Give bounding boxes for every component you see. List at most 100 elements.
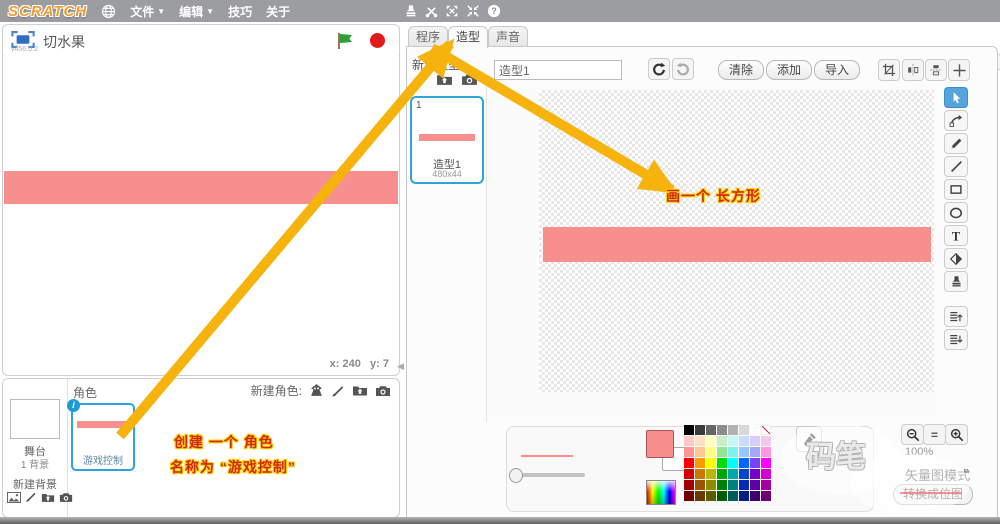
- pencil-tool[interactable]: [944, 133, 968, 154]
- zoom-reset-button[interactable]: =: [923, 424, 946, 445]
- color-swatch[interactable]: [684, 458, 694, 468]
- fill-tool[interactable]: [944, 248, 968, 269]
- color-swatch[interactable]: [684, 491, 694, 501]
- ellipse-tool[interactable]: [944, 202, 968, 223]
- crop-icon[interactable]: [878, 59, 900, 81]
- color-swatch[interactable]: [717, 447, 727, 457]
- camera-icon[interactable]: [375, 385, 391, 397]
- color-swatch[interactable]: [739, 425, 749, 435]
- color-swatch[interactable]: [706, 480, 716, 490]
- stamp-icon[interactable]: [404, 4, 418, 18]
- color-swatch[interactable]: [728, 469, 738, 479]
- layer-forward-icon[interactable]: [944, 306, 968, 327]
- color-swatch[interactable]: [695, 469, 705, 479]
- eyedropper-icon[interactable]: [796, 426, 822, 452]
- redo-button[interactable]: [672, 58, 694, 80]
- color-swatch[interactable]: [684, 436, 694, 446]
- stage-thumbnail[interactable]: [10, 399, 60, 439]
- costume-list-item[interactable]: 1 造型1 480x44: [410, 96, 484, 184]
- paintbrush-icon[interactable]: [25, 491, 37, 503]
- camera-icon[interactable]: [59, 492, 73, 503]
- tab-costumes[interactable]: 造型: [448, 26, 488, 48]
- color-swatch[interactable]: [706, 491, 716, 501]
- color-swatch[interactable]: [750, 480, 760, 490]
- set-center-icon[interactable]: [948, 59, 970, 81]
- color-swatch[interactable]: [717, 491, 727, 501]
- upload-icon[interactable]: [436, 73, 453, 86]
- fill-color-swatch[interactable]: [646, 430, 674, 458]
- color-swatch[interactable]: [761, 491, 771, 501]
- color-swatch[interactable]: [728, 447, 738, 457]
- paintbrush-icon[interactable]: [331, 384, 345, 398]
- add-button[interactable]: 添加: [766, 60, 812, 80]
- color-swatch[interactable]: [706, 425, 716, 435]
- color-swatch[interactable]: [761, 436, 771, 446]
- color-swatch[interactable]: [695, 447, 705, 457]
- zoom-out-icon[interactable]: [901, 424, 924, 445]
- color-swatch[interactable]: [706, 436, 716, 446]
- costume-name-input[interactable]: [494, 60, 622, 80]
- color-swatch[interactable]: [728, 458, 738, 468]
- color-swatch[interactable]: [761, 480, 771, 490]
- menu-file[interactable]: 文件▼: [130, 3, 165, 20]
- color-swatch[interactable]: [728, 425, 738, 435]
- color-swatch[interactable]: [761, 458, 771, 468]
- clear-button[interactable]: 清除: [718, 60, 764, 80]
- color-swatch[interactable]: [717, 480, 727, 490]
- color-palette[interactable]: [684, 425, 771, 502]
- upload-icon[interactable]: [352, 384, 368, 397]
- color-swatch[interactable]: [717, 458, 727, 468]
- tab-sounds[interactable]: 声音: [488, 26, 528, 47]
- sprite-library-icon[interactable]: [309, 383, 324, 398]
- color-swatch[interactable]: [717, 469, 727, 479]
- color-swatch[interactable]: [695, 491, 705, 501]
- color-swatch[interactable]: [750, 491, 760, 501]
- menu-about[interactable]: 关于: [266, 3, 290, 20]
- picture-icon[interactable]: [7, 492, 21, 503]
- color-swatch[interactable]: [695, 425, 705, 435]
- color-swatch[interactable]: [761, 469, 771, 479]
- scissors-delete-icon[interactable]: [425, 5, 438, 18]
- paintbrush-icon[interactable]: [414, 72, 428, 86]
- color-swatch[interactable]: [739, 480, 749, 490]
- stamp-icon[interactable]: [944, 271, 968, 292]
- color-swatch[interactable]: [717, 436, 727, 446]
- slider-handle[interactable]: [509, 468, 523, 483]
- menu-tips[interactable]: 技巧: [228, 3, 252, 20]
- grow-icon[interactable]: [445, 4, 459, 18]
- color-swatch[interactable]: [695, 480, 705, 490]
- layer-backward-icon[interactable]: [944, 329, 968, 350]
- tab-scripts[interactable]: 程序: [408, 26, 448, 47]
- green-flag-button[interactable]: [335, 31, 355, 51]
- color-swatch[interactable]: [739, 458, 749, 468]
- rectangle-tool[interactable]: [944, 179, 968, 200]
- line-width-slider[interactable]: [513, 473, 585, 477]
- color-swatch[interactable]: [739, 469, 749, 479]
- zoom-in-icon[interactable]: [945, 424, 968, 445]
- paint-canvas[interactable]: [488, 85, 940, 421]
- scratch-logo[interactable]: SCRATCH: [8, 3, 87, 20]
- color-swatch[interactable]: [761, 447, 771, 457]
- upload-icon[interactable]: [41, 492, 55, 503]
- camera-icon[interactable]: [461, 73, 478, 86]
- color-swatch[interactable]: [750, 447, 760, 457]
- color-swatch[interactable]: [750, 436, 760, 446]
- transparent-color-swatch[interactable]: [761, 425, 771, 435]
- color-swatch[interactable]: [684, 447, 694, 457]
- stop-button[interactable]: [370, 33, 385, 48]
- line-tool[interactable]: [944, 156, 968, 177]
- text-tool[interactable]: T: [944, 225, 968, 246]
- menu-edit[interactable]: 编辑▼: [179, 3, 214, 20]
- color-swatch[interactable]: [706, 447, 716, 457]
- flip-vertical-icon[interactable]: [925, 59, 947, 81]
- color-swatch[interactable]: [739, 491, 749, 501]
- color-swatch[interactable]: [750, 425, 760, 435]
- color-swatch[interactable]: [728, 480, 738, 490]
- select-tool[interactable]: [944, 87, 968, 108]
- color-swatch[interactable]: [695, 436, 705, 446]
- undo-button[interactable]: [648, 58, 670, 80]
- flip-horizontal-icon[interactable]: [902, 59, 924, 81]
- color-swatch[interactable]: [750, 469, 760, 479]
- color-swatch[interactable]: [739, 447, 749, 457]
- sprite-info-icon[interactable]: i: [67, 399, 80, 412]
